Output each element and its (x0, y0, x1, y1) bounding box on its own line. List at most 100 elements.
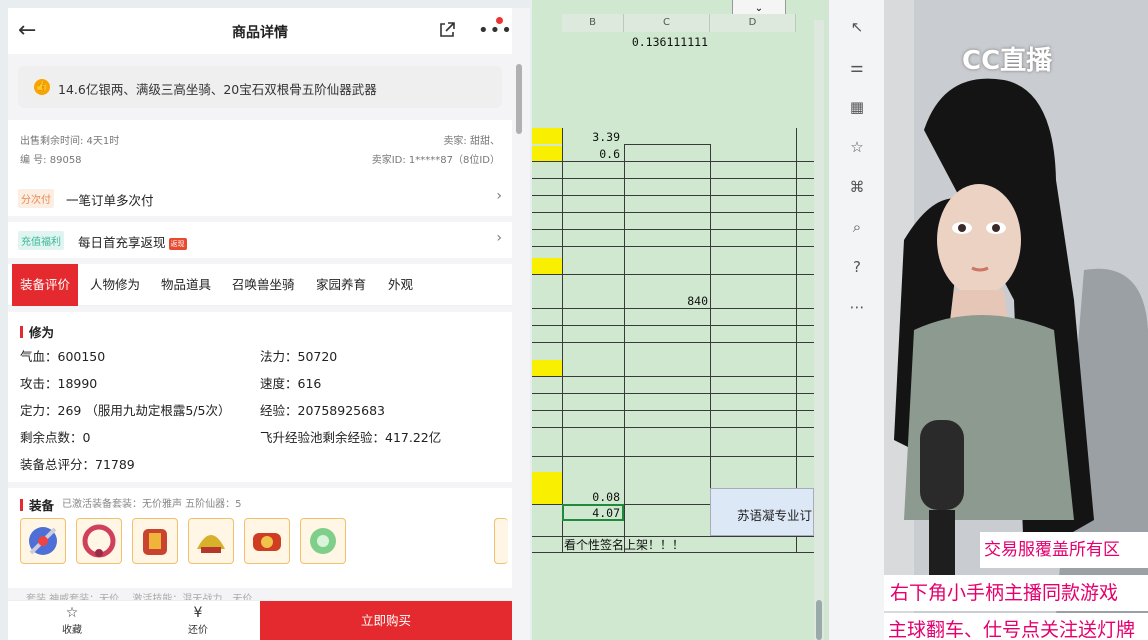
adjust-icon[interactable]: ⚌ (848, 58, 866, 76)
tab-home[interactable]: 家园养育 (316, 264, 366, 306)
grid-line (532, 393, 814, 394)
grid-line (532, 427, 814, 428)
ticker-line-2: 右下角小手柄主播同款游戏 (884, 575, 1148, 611)
collect-button[interactable]: ☆ 收藏 (52, 605, 92, 636)
installment-badge: 分次付 (18, 189, 54, 208)
seller-id: 卖家ID: 1*****87（8位ID） (371, 155, 500, 166)
cc-live-logo: CC直播 (962, 46, 1053, 76)
recharge-row[interactable]: 充值福利 每日首充享返现 返现 › (8, 222, 512, 258)
highlight-cell (532, 128, 562, 144)
more-icon[interactable]: ⋯ (848, 298, 866, 316)
bargain-label: 还价 (188, 625, 208, 636)
grid-line (532, 456, 814, 457)
cell-signature[interactable]: 看个性签名上架！！！ (564, 536, 684, 553)
webcam-feed: CC直播 交易服覆盖所有区 右下角小手柄主播同款游戏 主球翻车、仕号点关注送灯牌 (884, 0, 1148, 640)
column-header-b[interactable]: B (562, 14, 624, 32)
notification-dot (496, 17, 503, 24)
column-header-d[interactable]: D (710, 14, 796, 32)
text-box-content: 苏语凝专业订 (737, 508, 813, 523)
stat-experience: 经验：20758925683 (260, 403, 385, 418)
grid-line (532, 178, 814, 179)
collect-label: 收藏 (62, 625, 82, 636)
seller-name: 卖家: 甜甜、 (443, 136, 500, 147)
search-doc-icon[interactable]: ⌕ (848, 218, 866, 236)
stat-mp: 法力：50720 (260, 349, 338, 364)
table-icon[interactable]: ▦ (848, 98, 866, 116)
top-bar: ← 商品详情 ••• (8, 8, 512, 54)
highlight-cell (532, 360, 562, 376)
cell-b-008[interactable]: 0.08 (564, 490, 620, 504)
bargain-button[interactable]: ¥ 还价 (178, 605, 218, 636)
help-icon[interactable]: ? (848, 258, 866, 276)
cell-b-407[interactable]: 4.07 (564, 506, 620, 520)
product-description: 👍 14.6亿银两、满级三高坐骑、20宝石双根骨五阶仙器武器 (18, 66, 502, 108)
cell-b-06[interactable]: 0.6 (564, 147, 620, 161)
grid-line (624, 144, 625, 552)
chevron-right-icon: › (496, 230, 502, 246)
grid-line (532, 308, 814, 309)
equipment-item-armor[interactable] (132, 518, 178, 564)
panel-scrollbar[interactable] (516, 64, 522, 134)
sale-time: 出售剩余时间: 4天1时 (20, 136, 120, 147)
stat-hp: 气血：600150 (20, 349, 106, 364)
cashback-tag: 返现 (168, 237, 187, 250)
page-title: 商品详情 (232, 25, 288, 41)
grid-line (562, 128, 563, 552)
grid-line (532, 342, 814, 343)
cell-c-840[interactable]: 840 (626, 294, 708, 308)
stat-defense: 定力：269 （服用九劫定根露5/5次） (20, 403, 231, 418)
stat-points: 剩余点数：0 (20, 430, 91, 445)
equipment-section: 装备 已激活装备套装：无价雅声 五阶仙器：5 (8, 488, 512, 588)
thumb-icon: 👍 (34, 79, 50, 95)
equipment-item-weapon[interactable] (20, 518, 66, 564)
tab-equipment-rating[interactable]: 装备评价 (12, 264, 79, 306)
star-icon: ☆ (65, 605, 79, 621)
highlight-cell (532, 258, 562, 274)
grid-line (532, 274, 814, 275)
share-icon[interactable] (438, 21, 456, 39)
column-header-c[interactable]: C (624, 14, 710, 32)
equipment-summary: 已激活装备套装：无价雅声 五阶仙器：5 (62, 499, 242, 510)
sale-info: 出售剩余时间: 4天1时 编 号: 89058 卖家: 甜甜、 卖家ID: 1*… (8, 120, 512, 184)
buy-now-button[interactable]: 立即购买 (260, 601, 512, 640)
tab-pets-mounts[interactable]: 召唤兽坐骑 (232, 264, 295, 306)
highlight-cell (532, 146, 562, 162)
cell-c-value[interactable]: 0.136111111 (626, 35, 708, 49)
grid-line (532, 161, 814, 162)
recognize-icon[interactable]: ⌘ (848, 178, 866, 196)
grid-line (532, 325, 814, 326)
grid-line (532, 376, 814, 377)
cell-b-339[interactable]: 3.39 (564, 130, 620, 144)
equipment-item-necklace[interactable] (76, 518, 122, 564)
sheet-scrollbar[interactable] (814, 20, 824, 640)
tab-cultivation[interactable]: 人物修为 (90, 264, 140, 306)
grid-line (532, 410, 814, 411)
text-box[interactable]: 苏语凝专业订 (710, 488, 814, 536)
pointer-icon[interactable]: ↖ (848, 18, 866, 36)
equipment-item-shoes[interactable] (300, 518, 346, 564)
detail-tabs: 装备评价 人物修为 物品道具 召唤兽坐骑 家园养育 外观 (8, 264, 512, 306)
bottom-action-bar: ☆ 收藏 ¥ 还价 立即购买 (8, 600, 512, 640)
equipment-item-helmet[interactable] (188, 518, 234, 564)
grid-line (532, 212, 814, 213)
grid-line (532, 195, 814, 196)
recharge-badge: 充值福利 (18, 231, 64, 250)
stat-attack: 攻击：18990 (20, 376, 98, 391)
serial-number: 编 号: 89058 (20, 155, 82, 166)
equipment-item-partial[interactable] (494, 518, 508, 564)
tab-appearance[interactable]: 外观 (388, 264, 413, 306)
equipment-item-belt[interactable] (244, 518, 290, 564)
recharge-text: 每日首充享返现 (78, 235, 166, 250)
star-pin-icon[interactable]: ☆ (848, 138, 866, 156)
coin-icon: ¥ (193, 605, 203, 621)
installment-text: 一笔订单多次付 (66, 193, 154, 208)
cultivation-section: 修为 气血：600150 法力：50720 攻击：18990 速度：616 定力… (8, 312, 512, 482)
ticker-line-1: 交易服覆盖所有区 (980, 532, 1148, 568)
highlight-cell (532, 472, 562, 488)
installment-row[interactable]: 分次付 一笔订单多次付 › (8, 180, 512, 216)
grid-line (532, 246, 814, 247)
tab-items[interactable]: 物品道具 (161, 264, 211, 306)
grid-line (532, 229, 814, 230)
more-menu-icon[interactable]: ••• (478, 20, 513, 41)
chevron-right-icon: › (496, 188, 502, 204)
